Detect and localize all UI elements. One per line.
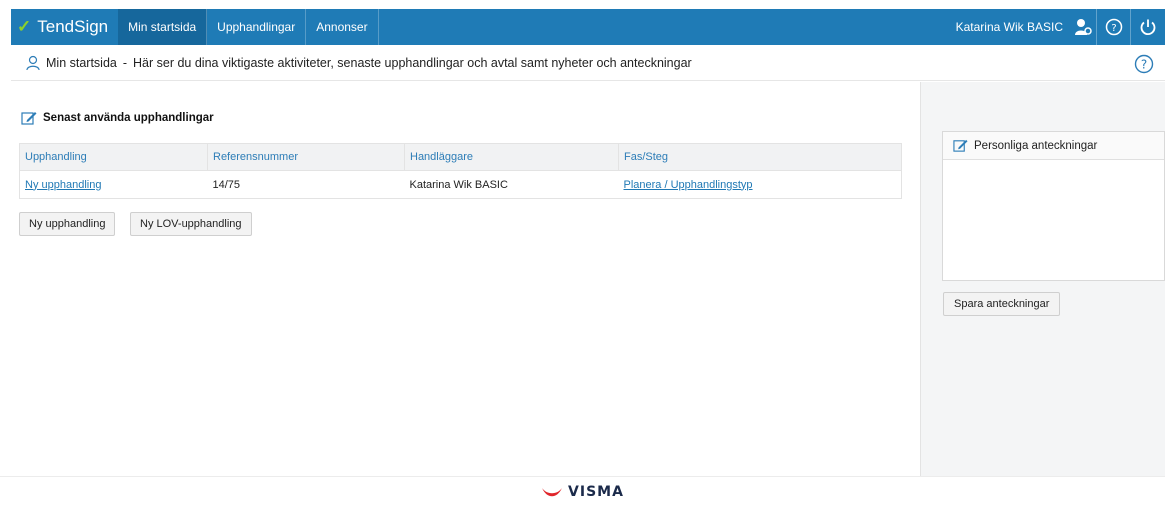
column-header-handlaggare[interactable]: Handläggare bbox=[404, 143, 619, 171]
tab-annonser[interactable]: Annonser bbox=[306, 9, 379, 45]
notes-header: Personliga anteckningar bbox=[943, 132, 1164, 160]
column-header-fas-steg[interactable]: Fas/Steg bbox=[618, 143, 902, 171]
page-description: Här ser du dina viktigaste aktiviteter, … bbox=[133, 55, 692, 70]
phase-step-link[interactable]: Planera / Upphandlingstyp bbox=[624, 179, 753, 191]
personal-notes-panel: Personliga anteckningar bbox=[942, 131, 1165, 281]
help-icon[interactable]: ? bbox=[1097, 9, 1131, 45]
brand-name: TendSign bbox=[37, 17, 109, 36]
new-procurement-button[interactable]: Ny upphandling bbox=[19, 212, 116, 236]
recent-section-title: Senast använda upphandlingar bbox=[21, 110, 214, 126]
svg-text:?: ? bbox=[1111, 23, 1116, 34]
visma-logo-text: VISMA bbox=[568, 483, 624, 500]
column-header-referensnummer[interactable]: Referensnummer bbox=[207, 143, 405, 171]
visma-logo: VISMA bbox=[541, 484, 624, 500]
user-settings-icon[interactable] bbox=[1069, 9, 1097, 45]
power-icon[interactable] bbox=[1131, 9, 1165, 45]
page-header: Min startsida - Här ser du dina viktigas… bbox=[11, 45, 1165, 81]
page-title: Min startsida bbox=[46, 55, 117, 70]
notes-textarea[interactable] bbox=[943, 160, 1164, 280]
table-row: Ny upphandling 14/75 Katarina Wik BASIC … bbox=[19, 170, 902, 199]
column-header-upphandling[interactable]: Upphandling bbox=[19, 143, 208, 171]
tendsign-leaf-icon: ✓ bbox=[17, 17, 32, 36]
svg-text:?: ? bbox=[1141, 58, 1147, 72]
cell-handlaggare: Katarina Wik BASIC bbox=[404, 170, 619, 199]
recent-title-text: Senast använda upphandlingar bbox=[43, 112, 214, 124]
title-separator: - bbox=[122, 55, 128, 70]
page-help-icon[interactable]: ? bbox=[1134, 54, 1154, 77]
edit-icon bbox=[21, 112, 37, 125]
save-notes-button[interactable]: Spara anteckningar bbox=[943, 292, 1061, 316]
recent-procurements-table: Upphandling Referensnummer Handläggare F… bbox=[19, 143, 902, 199]
footer: VISMA bbox=[0, 476, 1165, 506]
procurement-link[interactable]: Ny upphandling bbox=[25, 179, 101, 191]
visma-swoosh-icon bbox=[542, 487, 563, 496]
cell-fas-steg: Planera / Upphandlingstyp bbox=[618, 170, 902, 199]
table-header-row: Upphandling Referensnummer Handläggare F… bbox=[19, 143, 902, 171]
top-nav-bar: ✓ TendSign Min startsida Upphandlingar A… bbox=[11, 9, 1165, 45]
tab-upphandlingar[interactable]: Upphandlingar bbox=[207, 9, 307, 45]
user-name[interactable]: Katarina Wik BASIC bbox=[946, 20, 1069, 34]
new-lov-procurement-button[interactable]: Ny LOV-upphandling bbox=[130, 212, 252, 236]
notes-title: Personliga anteckningar bbox=[974, 139, 1098, 152]
user-area: Katarina Wik BASIC ? bbox=[946, 9, 1165, 45]
cell-upphandling: Ny upphandling bbox=[19, 170, 208, 199]
tab-min-startsida[interactable]: Min startsida bbox=[118, 9, 208, 45]
notes-edit-icon bbox=[953, 139, 968, 152]
cell-referensnummer: 14/75 bbox=[207, 170, 405, 199]
brand-logo[interactable]: ✓ TendSign bbox=[11, 9, 118, 45]
person-icon bbox=[26, 55, 40, 70]
right-sidebar: Personliga anteckningar Spara anteckning… bbox=[920, 82, 1165, 476]
